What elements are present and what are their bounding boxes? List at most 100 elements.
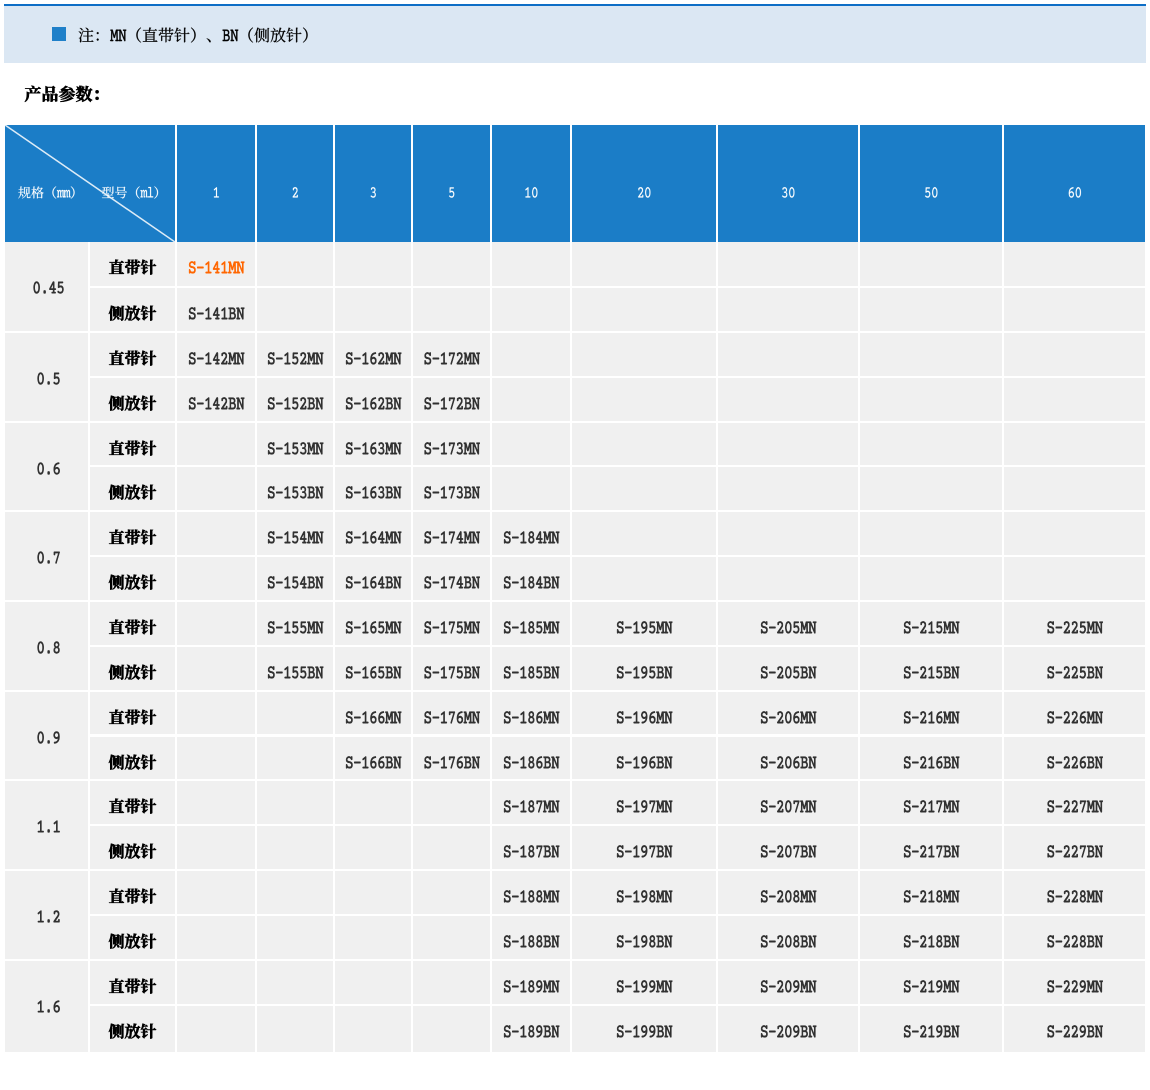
col-header-2: 2 (257, 125, 333, 242)
model-glyphs (760, 755, 817, 769)
model-cell: S-205BN (718, 646, 858, 690)
spec-value: 1.6 (5, 961, 20, 976)
model-glyphs (903, 979, 960, 993)
model-glyphs (503, 755, 560, 769)
model-text: S-205MN (718, 602, 766, 617)
model-glyphs (345, 621, 402, 634)
col-header-glyphs (449, 187, 455, 198)
col-header-50: 50 (860, 125, 1002, 242)
model-glyphs (267, 351, 324, 365)
model-glyphs (616, 800, 673, 813)
model-text: S-208MN (718, 871, 766, 886)
model-glyphs (760, 979, 817, 993)
empty-cell (860, 557, 1002, 600)
row-type-cell: 直带针 (90, 242, 175, 286)
model-text: S-197MN (572, 781, 620, 796)
model-glyphs (345, 441, 402, 455)
empty-cell (1004, 377, 1145, 421)
model-text: S-152MN (257, 333, 305, 348)
model-text: S-198MN (572, 871, 620, 886)
model-cell: S-217BN (860, 826, 1002, 870)
model-glyphs (503, 665, 560, 679)
row-type-text: 直带针 (90, 781, 126, 798)
model-cell: S-195MN (572, 601, 716, 645)
model-glyphs (1047, 890, 1103, 903)
row-type-cell: 侧放针 (90, 1005, 175, 1052)
model-cell: S-228MN (1004, 871, 1145, 914)
row-type-cell: 侧放针 (90, 826, 175, 870)
model-text: S-209MN (718, 961, 766, 976)
model-link[interactable]: S-141MN (177, 242, 255, 286)
spec-value: 0.45 (5, 242, 26, 257)
corner-diagonal-line (5, 125, 175, 242)
row-type-text: 直带针 (90, 602, 126, 619)
model-glyphs (760, 934, 817, 948)
model-text: S-175BN (413, 647, 458, 662)
model-glyphs (267, 621, 324, 634)
model-text: S-142BN (177, 378, 222, 393)
model-glyphs (503, 621, 560, 634)
empty-cell (177, 960, 255, 1004)
empty-cell (572, 332, 716, 376)
model-text: S-198BN (572, 916, 617, 931)
spec-value: 1.1 (5, 781, 20, 796)
spec-cell: 0.7 (5, 512, 88, 600)
model-glyphs (616, 934, 673, 948)
model-glyphs (1047, 755, 1103, 769)
row-type-glyphs (108, 753, 157, 770)
model-text: S-227MN (1004, 781, 1052, 796)
model-glyphs (903, 845, 960, 858)
row-type-text: 侧放针 (90, 557, 126, 574)
model-text: S-229BN (1004, 1006, 1049, 1021)
empty-cell (860, 332, 1002, 376)
spec-cell: 0.6 (5, 422, 88, 511)
empty-cell (413, 915, 490, 959)
model-text: S-184MN (492, 512, 540, 527)
row-type-text: 直带针 (90, 333, 126, 350)
row-type-text: 侧放针 (90, 737, 126, 754)
empty-cell (257, 915, 333, 959)
row-type-glyphs (108, 798, 157, 815)
empty-cell (335, 960, 411, 1004)
model-cell: S-162MN (335, 332, 411, 376)
col-header-glyphs (525, 187, 538, 198)
model-glyphs (616, 1024, 673, 1038)
model-glyphs (616, 979, 673, 993)
model-text: S-215MN (860, 602, 908, 617)
model-text: S-172MN (413, 333, 461, 348)
model-text: S-163BN (335, 467, 380, 482)
model-glyphs (903, 665, 960, 679)
row-type-cell: 侧放针 (90, 646, 175, 690)
row-type-text: 直带针 (90, 692, 126, 709)
model-glyphs (267, 531, 324, 544)
model-cell: S-209BN (718, 1005, 858, 1052)
empty-cell (177, 781, 255, 825)
row-type-cell: 直带针 (90, 332, 175, 376)
model-text: S-227BN (1004, 826, 1049, 841)
model-glyphs (903, 934, 960, 948)
empty-cell (572, 288, 716, 331)
model-text: S-196MN (572, 692, 620, 707)
model-glyphs (503, 531, 560, 544)
spec-glyphs (37, 730, 60, 744)
model-cell: S-187MN (492, 781, 570, 825)
model-cell: S-186MN (492, 691, 570, 735)
empty-cell (572, 377, 716, 421)
row-type-glyphs (108, 484, 157, 501)
model-cell: S-175BN (413, 646, 490, 690)
note-text: 注：MN（直带针）、BN（侧放针） (4, 6, 190, 23)
model-text: S-166BN (335, 737, 380, 752)
model-cell: S-208MN (718, 871, 858, 914)
model-cell: S-228BN (1004, 915, 1145, 959)
note-banner: 注：MN（直带针）、BN（侧放针） (4, 6, 1146, 63)
model-text: S-185MN (492, 602, 540, 617)
model-glyphs (424, 441, 480, 455)
model-text: S-173BN (413, 467, 458, 482)
model-glyphs (1047, 1024, 1103, 1038)
spec-glyphs (37, 461, 60, 475)
model-text: S-172BN (413, 378, 458, 393)
model-glyphs (903, 621, 960, 634)
model-glyphs (424, 576, 480, 589)
row-type-glyphs (108, 1022, 157, 1039)
empty-cell (177, 826, 255, 870)
